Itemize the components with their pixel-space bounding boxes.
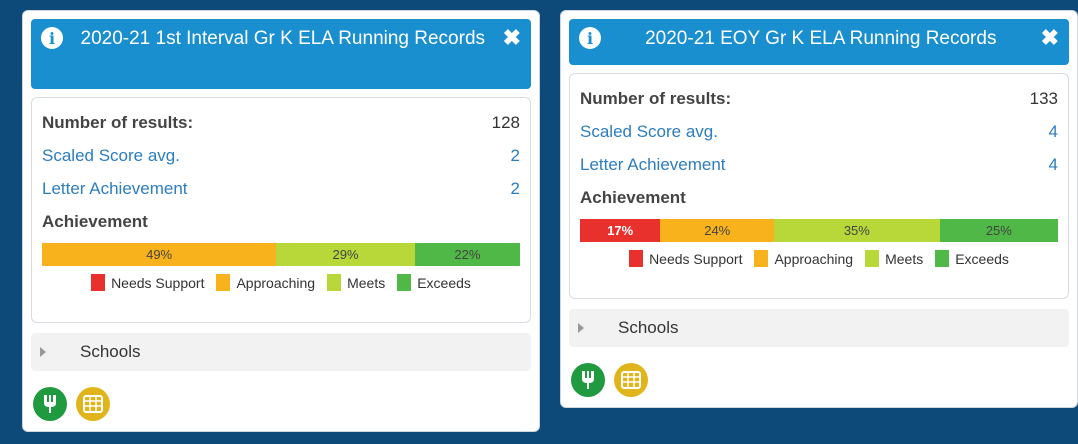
stats-panel: Number of results: 133 Scaled Score avg.… bbox=[569, 73, 1069, 299]
legend-needs-support: Needs Support bbox=[91, 274, 204, 291]
info-icon[interactable]: i bbox=[41, 27, 63, 49]
meets-segment[interactable]: 35% bbox=[774, 219, 940, 242]
results-label: Number of results: bbox=[580, 89, 732, 108]
needs-support-segment[interactable]: 17% bbox=[580, 219, 661, 242]
drilldown-button[interactable] bbox=[571, 363, 605, 397]
legend-exceeds: Exceeds bbox=[397, 274, 471, 291]
results-value: 128 bbox=[491, 113, 520, 132]
approaching-swatch bbox=[754, 250, 769, 267]
legend-label: Approaching bbox=[236, 274, 316, 291]
stats-panel: Number of results: 128 Scaled Score avg.… bbox=[31, 97, 531, 323]
results-row: Number of results: 133 bbox=[580, 82, 1058, 115]
grid-icon bbox=[83, 395, 103, 413]
legend-needs-support: Needs Support bbox=[629, 250, 742, 267]
card-header: i 2020-21 1st Interval Gr K ELA Running … bbox=[31, 19, 531, 89]
legend-label: Needs Support bbox=[649, 250, 743, 267]
legend-label: Exceeds bbox=[417, 274, 471, 291]
legend-label: Exceeds bbox=[955, 250, 1009, 267]
tree-icon bbox=[44, 395, 56, 413]
needs-support-swatch bbox=[629, 250, 644, 267]
legend-approaching: Approaching bbox=[216, 274, 315, 291]
legend-meets: Meets bbox=[327, 274, 385, 291]
legend-label: Approaching bbox=[774, 250, 854, 267]
legend-approaching: Approaching bbox=[754, 250, 853, 267]
exceeds-segment[interactable]: 25% bbox=[939, 219, 1058, 242]
drilldown-button[interactable] bbox=[33, 387, 67, 421]
legend-label: Meets bbox=[885, 250, 924, 267]
scaled-score-value[interactable]: 2 bbox=[511, 139, 520, 172]
scaled-score-row[interactable]: Scaled Score avg. 4 bbox=[580, 115, 1058, 148]
achievement-legend: Needs Support Approaching Meets Exceeds bbox=[580, 250, 1058, 267]
legend-label: Needs Support bbox=[111, 274, 205, 291]
grid-icon bbox=[621, 371, 641, 389]
legend-label: Meets bbox=[347, 274, 386, 291]
schools-expander[interactable]: Schools bbox=[569, 309, 1069, 347]
approaching-segment[interactable]: 24% bbox=[660, 219, 775, 242]
schools-expander[interactable]: Schools bbox=[31, 333, 531, 371]
table-view-button[interactable] bbox=[614, 363, 648, 397]
caret-right-icon bbox=[578, 323, 584, 333]
meets-swatch bbox=[327, 274, 342, 291]
info-icon[interactable]: i bbox=[579, 27, 601, 49]
close-icon[interactable]: ✖ bbox=[503, 26, 521, 50]
card-header: i 2020-21 EOY Gr K ELA Running Records ✖ bbox=[569, 19, 1069, 65]
scaled-score-link[interactable]: Scaled Score avg. bbox=[42, 139, 180, 172]
legend-meets: Meets bbox=[865, 250, 923, 267]
schools-label: Schools bbox=[618, 318, 679, 337]
approaching-segment[interactable]: 49% bbox=[42, 243, 277, 266]
exceeds-swatch bbox=[397, 274, 412, 291]
card-title: 2020-21 EOY Gr K ELA Running Records bbox=[645, 28, 997, 49]
report-card-eoy: i 2020-21 EOY Gr K ELA Running Records ✖… bbox=[560, 10, 1078, 408]
action-icons bbox=[33, 387, 110, 421]
letter-achievement-value[interactable]: 4 bbox=[1049, 148, 1058, 181]
exceeds-swatch bbox=[935, 250, 950, 267]
achievement-bar: 17% 24% 35% 25% bbox=[580, 219, 1058, 242]
results-row: Number of results: 128 bbox=[42, 106, 520, 139]
legend-exceeds: Exceeds bbox=[935, 250, 1009, 267]
letter-achievement-value[interactable]: 2 bbox=[511, 172, 520, 205]
letter-achievement-link[interactable]: Letter Achievement bbox=[42, 172, 188, 205]
tree-icon bbox=[582, 371, 594, 389]
exceeds-segment[interactable]: 22% bbox=[414, 243, 520, 266]
results-value: 133 bbox=[1029, 89, 1058, 108]
scaled-score-row[interactable]: Scaled Score avg. 2 bbox=[42, 139, 520, 172]
scaled-score-value[interactable]: 4 bbox=[1049, 115, 1058, 148]
close-icon[interactable]: ✖ bbox=[1041, 26, 1059, 50]
meets-swatch bbox=[865, 250, 880, 267]
scaled-score-link[interactable]: Scaled Score avg. bbox=[580, 115, 718, 148]
table-view-button[interactable] bbox=[76, 387, 110, 421]
letter-achievement-link[interactable]: Letter Achievement bbox=[580, 148, 726, 181]
caret-right-icon bbox=[40, 347, 46, 357]
letter-achievement-row[interactable]: Letter Achievement 2 bbox=[42, 172, 520, 205]
report-card-1st-interval: i 2020-21 1st Interval Gr K ELA Running … bbox=[22, 10, 540, 432]
results-label: Number of results: bbox=[42, 113, 194, 132]
achievement-title: Achievement bbox=[580, 188, 686, 207]
meets-segment[interactable]: 29% bbox=[276, 243, 415, 266]
needs-support-swatch bbox=[91, 274, 106, 291]
achievement-legend: Needs Support Approaching Meets Exceeds bbox=[42, 274, 520, 291]
card-title: 2020-21 1st Interval Gr K ELA Running Re… bbox=[80, 28, 486, 49]
achievement-bar: 49% 29% 22% bbox=[42, 243, 520, 266]
action-icons bbox=[571, 363, 648, 397]
approaching-swatch bbox=[216, 274, 231, 291]
achievement-title: Achievement bbox=[42, 212, 148, 231]
schools-label: Schools bbox=[80, 342, 141, 361]
letter-achievement-row[interactable]: Letter Achievement 4 bbox=[580, 148, 1058, 181]
